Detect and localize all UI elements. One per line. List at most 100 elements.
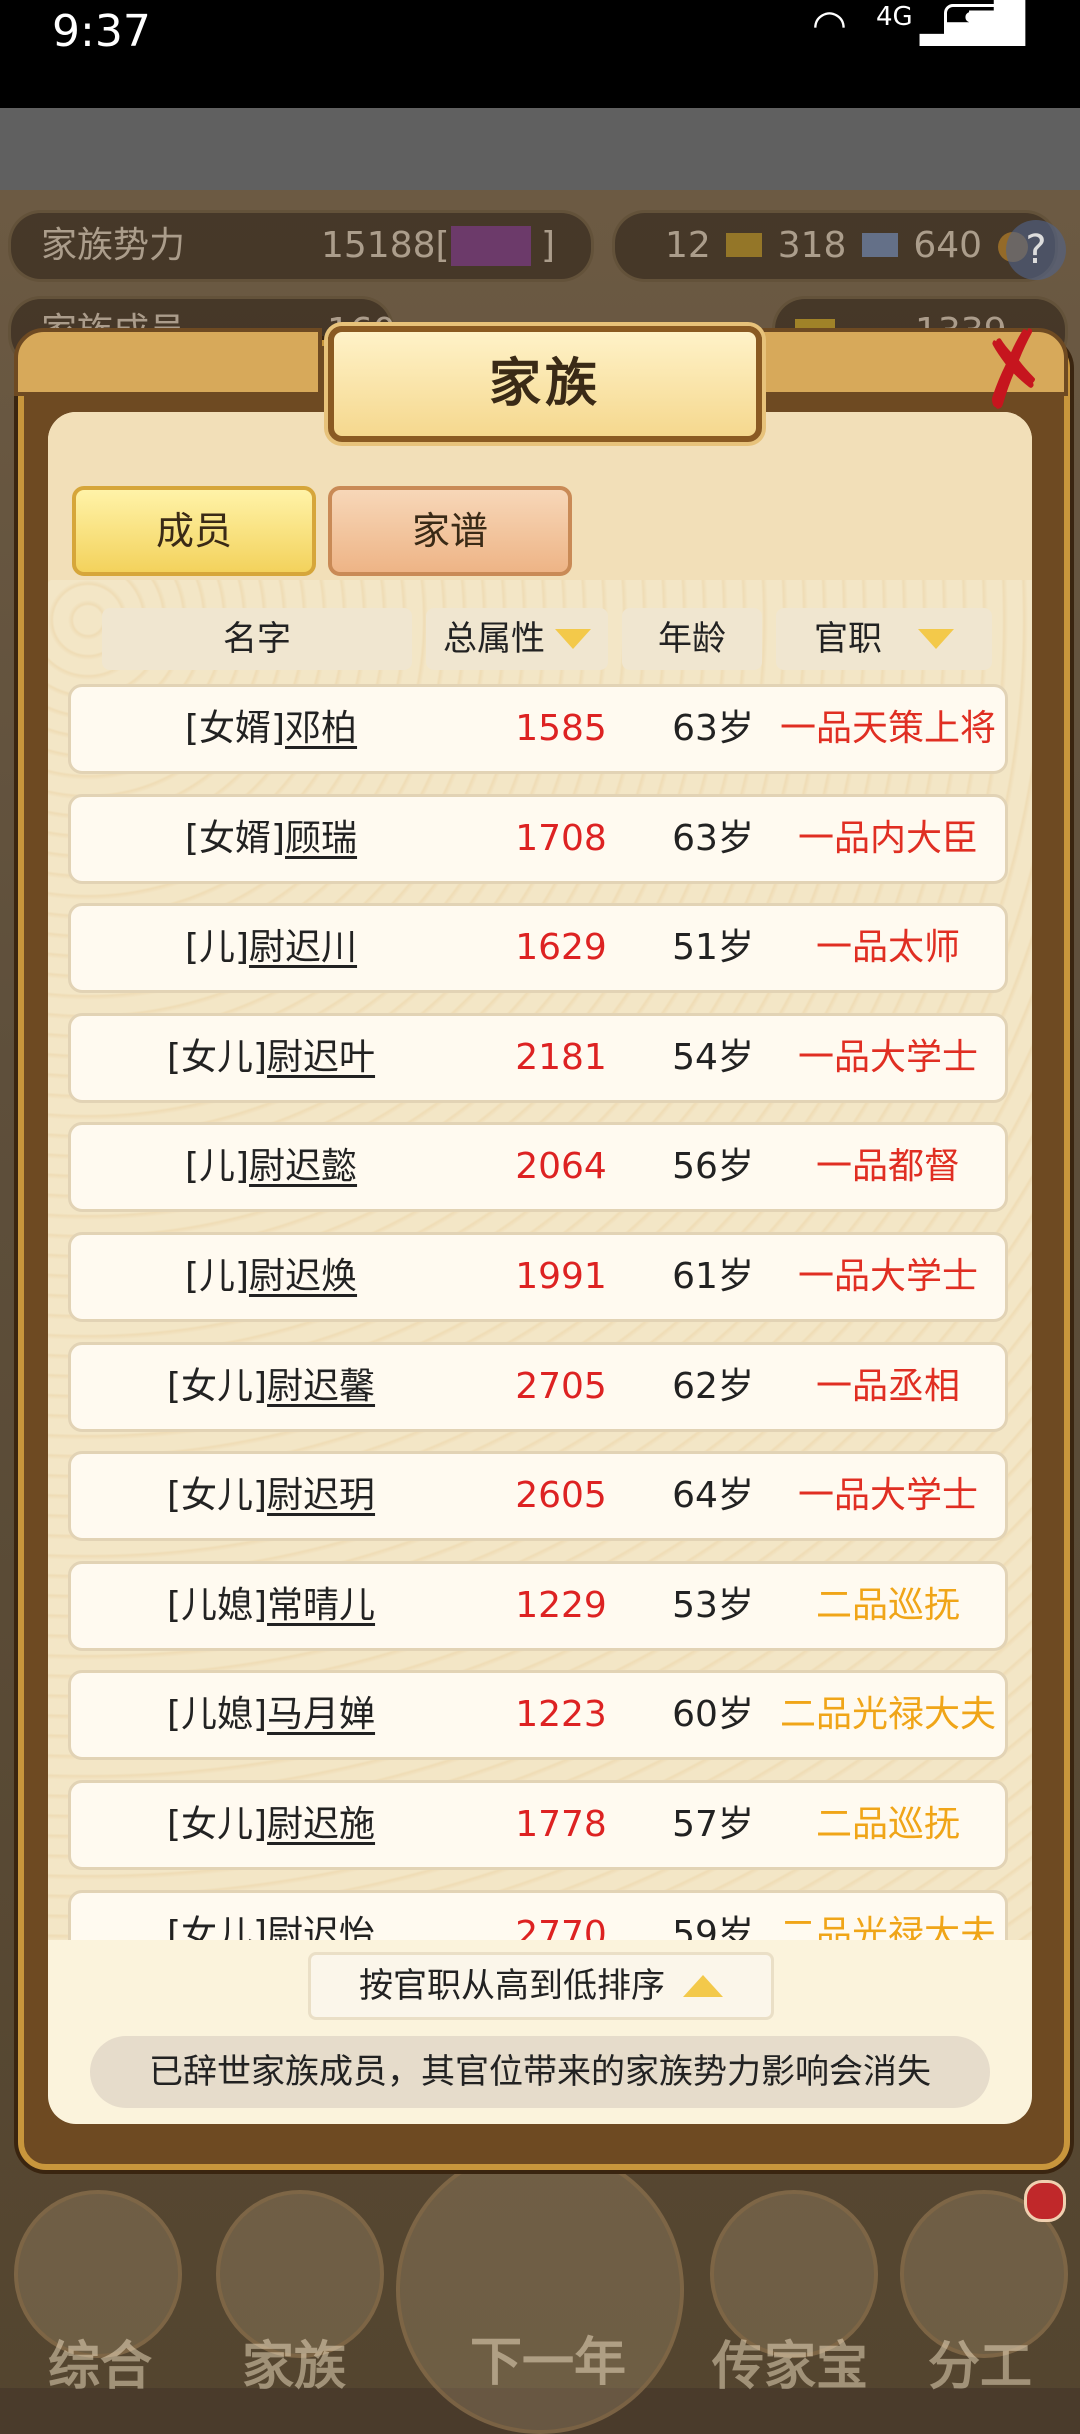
member-name-link[interactable]: 尉迟懿 bbox=[249, 1146, 357, 1187]
member-rank: 一品丞相 bbox=[815, 1366, 960, 1407]
top-bar bbox=[0, 108, 1080, 190]
member-relation: [儿] bbox=[184, 927, 250, 968]
sort-button[interactable]: 按官职从高到低排序 bbox=[308, 1952, 774, 2020]
member-rank: 一品大学士 bbox=[797, 1256, 978, 1297]
member-relation: [女婿] bbox=[184, 818, 286, 859]
member-age: 61岁 bbox=[672, 1256, 754, 1297]
member-age: 51岁 bbox=[672, 927, 754, 968]
member-attr: 2770 bbox=[515, 1914, 607, 1940]
member-list[interactable]: [女婿]邓柏 1585 63岁 一品天策上将 [女婿]顾瑞 1708 63岁 一品内大臣 [儿]… bbox=[68, 680, 1008, 1940]
member-name-cell: [女儿]尉迟馨 bbox=[71, 1345, 471, 1429]
member-relation: [女儿] bbox=[166, 1366, 268, 1407]
member-attr: 1223 bbox=[515, 1694, 607, 1735]
member-name-link[interactable]: 尉迟叶 bbox=[267, 1037, 375, 1078]
member-rank: 一品内大臣 bbox=[797, 818, 978, 859]
member-name-cell: [女婿]顾瑞 bbox=[71, 797, 471, 881]
member-name-link[interactable]: 尉迟焕 bbox=[249, 1256, 357, 1297]
modal-title: 家族 bbox=[328, 326, 762, 442]
column-attr-label: 总属性 bbox=[443, 619, 545, 659]
member-rank: 一品都督 bbox=[815, 1146, 960, 1187]
member-rank: 二品光禄大夫 bbox=[779, 1694, 996, 1735]
member-name-link[interactable]: 尉迟玥 bbox=[267, 1475, 375, 1516]
member-attr: 1585 bbox=[515, 708, 607, 749]
member-relation: [儿] bbox=[184, 1146, 250, 1187]
member-row[interactable]: [儿媳]常晴儿 1229 53岁 二品巡抚 bbox=[68, 1561, 1008, 1651]
member-name-cell: [儿]尉迟川 bbox=[71, 906, 471, 990]
column-rank-label: 官职 bbox=[814, 619, 882, 659]
member-rank: 一品天策上将 bbox=[779, 708, 996, 749]
member-row[interactable]: [儿]尉迟川 1629 51岁 一品太师 bbox=[68, 903, 1008, 993]
member-name-cell: [儿媳]马月婵 bbox=[71, 1673, 471, 1757]
member-name-link[interactable]: 尉迟馨 bbox=[267, 1366, 375, 1407]
member-rank: 一品太师 bbox=[815, 927, 960, 968]
member-attr: 1708 bbox=[515, 818, 607, 859]
member-name-link[interactable]: 马月婵 bbox=[267, 1694, 375, 1735]
member-rank: 二品光禄大夫 bbox=[779, 1914, 996, 1940]
member-name-link[interactable]: 尉迟怡 bbox=[267, 1914, 375, 1940]
filter-down-icon bbox=[918, 628, 954, 649]
member-age: 63岁 bbox=[672, 818, 754, 859]
member-age: 64岁 bbox=[672, 1475, 754, 1516]
member-row[interactable]: [女婿]邓柏 1585 63岁 一品天策上将 bbox=[68, 684, 1008, 774]
column-name-label: 名字 bbox=[223, 619, 291, 659]
member-row[interactable]: [女婿]顾瑞 1708 63岁 一品内大臣 bbox=[68, 794, 1008, 884]
tab-members[interactable]: 成员 bbox=[72, 486, 316, 576]
member-age: 54岁 bbox=[672, 1037, 754, 1078]
member-name-link[interactable]: 顾瑞 bbox=[285, 818, 357, 859]
member-rank: 一品大学士 bbox=[797, 1037, 978, 1078]
member-row[interactable]: [儿]尉迟懿 2064 56岁 一品都督 bbox=[68, 1122, 1008, 1212]
member-name-link[interactable]: 常晴儿 bbox=[267, 1585, 375, 1626]
column-header-age: 年龄 bbox=[622, 608, 762, 670]
member-relation: [女儿] bbox=[166, 1804, 268, 1845]
column-header-rank[interactable]: 官职 bbox=[776, 608, 992, 670]
member-name-cell: [女儿]尉迟叶 bbox=[71, 1016, 471, 1100]
member-row[interactable]: [儿]尉迟焕 1991 61岁 一品大学士 bbox=[68, 1232, 1008, 1322]
member-attr: 2064 bbox=[515, 1146, 607, 1187]
member-name-cell: [儿媳]常晴儿 bbox=[71, 1564, 471, 1648]
battery-indicator: 81 bbox=[944, 4, 1024, 46]
deceased-notice: 已辞世家族成员，其官位带来的家族势力影响会消失 bbox=[90, 2036, 990, 2108]
member-relation: [女儿] bbox=[166, 1037, 268, 1078]
sort-button-label: 按官职从高到低排序 bbox=[359, 1966, 665, 2006]
member-row[interactable]: [女儿]尉迟叶 2181 54岁 一品大学士 bbox=[68, 1013, 1008, 1103]
member-name-link[interactable]: 尉迟施 bbox=[267, 1804, 375, 1845]
member-relation: [儿媳] bbox=[166, 1694, 268, 1735]
column-header-attr[interactable]: 总属性 bbox=[426, 608, 608, 670]
status-bar: 9:37 ◠ 4G ▂▄▆█ 81 bbox=[0, 0, 1080, 108]
member-age: 63岁 bbox=[672, 708, 754, 749]
member-attr: 2181 bbox=[515, 1037, 607, 1078]
member-age: 62岁 bbox=[672, 1366, 754, 1407]
member-attr: 1229 bbox=[515, 1585, 607, 1626]
member-row[interactable]: [儿媳]马月婵 1223 60岁 二品光禄大夫 bbox=[68, 1670, 1008, 1760]
member-age: 56岁 bbox=[672, 1146, 754, 1187]
member-relation: [女儿] bbox=[166, 1914, 268, 1940]
member-relation: [女婿] bbox=[184, 708, 286, 749]
column-header-name: 名字 bbox=[102, 608, 412, 670]
member-row[interactable]: [女儿]尉迟玥 2605 64岁 一品大学士 bbox=[68, 1451, 1008, 1541]
member-row[interactable]: [女儿]尉迟怡 2770 59岁 二品光禄大夫 bbox=[68, 1890, 1008, 1940]
member-row[interactable]: [女儿]尉迟馨 2705 62岁 一品丞相 bbox=[68, 1342, 1008, 1432]
member-name-cell: [女婿]邓柏 bbox=[71, 687, 471, 771]
member-attr: 2705 bbox=[515, 1366, 607, 1407]
member-age: 59岁 bbox=[672, 1914, 754, 1940]
member-age: 57岁 bbox=[672, 1804, 754, 1845]
member-rank: 二品巡抚 bbox=[815, 1585, 960, 1626]
member-relation: [儿媳] bbox=[166, 1585, 268, 1626]
member-relation: [女儿] bbox=[166, 1475, 268, 1516]
member-name-link[interactable]: 尉迟川 bbox=[249, 927, 357, 968]
member-age: 53岁 bbox=[672, 1585, 754, 1626]
status-time: 9:37 bbox=[52, 6, 151, 57]
member-rank: 一品大学士 bbox=[797, 1475, 978, 1516]
member-name-cell: [女儿]尉迟施 bbox=[71, 1783, 471, 1867]
column-age-label: 年龄 bbox=[658, 619, 726, 659]
member-row[interactable]: [女儿]尉迟施 1778 57岁 二品巡抚 bbox=[68, 1780, 1008, 1870]
wifi-icon: ◠ bbox=[812, 2, 847, 48]
member-attr: 1629 bbox=[515, 927, 607, 968]
tab-genealogy[interactable]: 家谱 bbox=[328, 486, 572, 576]
member-attr: 2605 bbox=[515, 1475, 607, 1516]
member-attr: 1778 bbox=[515, 1804, 607, 1845]
member-name-link[interactable]: 邓柏 bbox=[285, 708, 357, 749]
member-attr: 1991 bbox=[515, 1256, 607, 1297]
sort-up-icon bbox=[683, 1974, 723, 1997]
network-type: 4G bbox=[876, 2, 913, 32]
